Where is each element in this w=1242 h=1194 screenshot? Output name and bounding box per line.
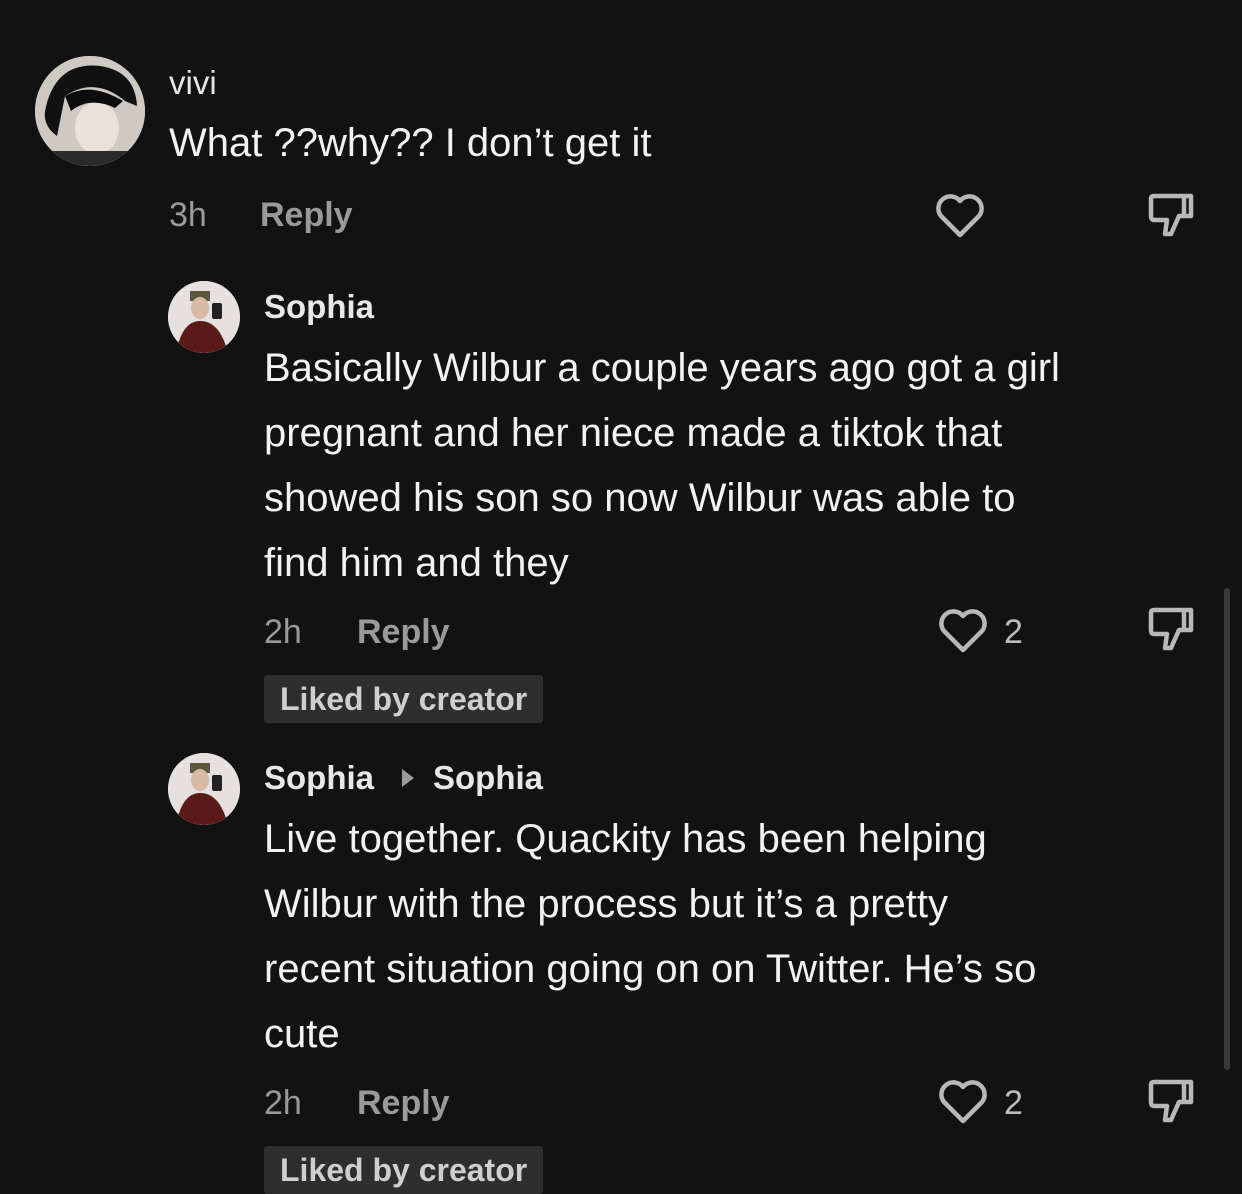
avatar-image — [35, 56, 145, 166]
comment-text-line: find him and they — [264, 541, 569, 585]
liked-by-creator-badge: Liked by creator — [264, 1146, 544, 1194]
heart-outline-icon[interactable] — [937, 608, 989, 654]
thumbs-down-icon[interactable] — [1146, 1076, 1196, 1126]
thumbs-down-icon[interactable] — [1146, 604, 1196, 654]
like-count: 2 — [1004, 613, 1023, 651]
comment-username[interactable]: Sophia — [264, 759, 374, 797]
comment-timestamp: 2h — [264, 613, 302, 651]
avatar-image — [168, 281, 240, 353]
heart-outline-icon[interactable] — [934, 193, 986, 239]
comment-text-line: cute — [264, 1012, 340, 1056]
comment-text-line: Wilbur with the process but it’s a prett… — [264, 882, 948, 926]
comment-text-line: Basically Wilbur a couple years ago got … — [264, 346, 1060, 390]
comment-timestamp: 3h — [169, 196, 207, 234]
reply-button[interactable]: Reply — [357, 1084, 450, 1123]
avatar[interactable] — [168, 281, 240, 353]
like-count: 2 — [1004, 1084, 1023, 1122]
reply-to-username[interactable]: Sophia — [433, 759, 543, 797]
comment-text: What ??why?? I don’t get it — [169, 121, 652, 165]
thumbs-down-icon[interactable] — [1146, 190, 1196, 240]
avatar[interactable] — [168, 753, 240, 825]
caret-right-icon — [402, 769, 414, 787]
heart-outline-icon[interactable] — [937, 1079, 989, 1125]
comment-username[interactable]: vivi — [169, 64, 217, 102]
comment-text-line: recent situation going on on Twitter. He… — [264, 947, 1037, 991]
avatar-image — [168, 753, 240, 825]
comment-timestamp: 2h — [264, 1084, 302, 1122]
comment-text-line: pregnant and her niece made a tiktok tha… — [264, 411, 1003, 455]
comment-username[interactable]: Sophia — [264, 288, 374, 326]
comment-text-line: Live together. Quackity has been helping — [264, 817, 987, 861]
reply-button[interactable]: Reply — [260, 196, 353, 235]
comment-text-line: showed his son so now Wilbur was able to — [264, 476, 1016, 520]
liked-by-creator-badge: Liked by creator — [264, 675, 544, 723]
reply-button[interactable]: Reply — [357, 613, 450, 652]
scrollbar[interactable] — [1224, 588, 1230, 1070]
avatar[interactable] — [35, 56, 145, 166]
